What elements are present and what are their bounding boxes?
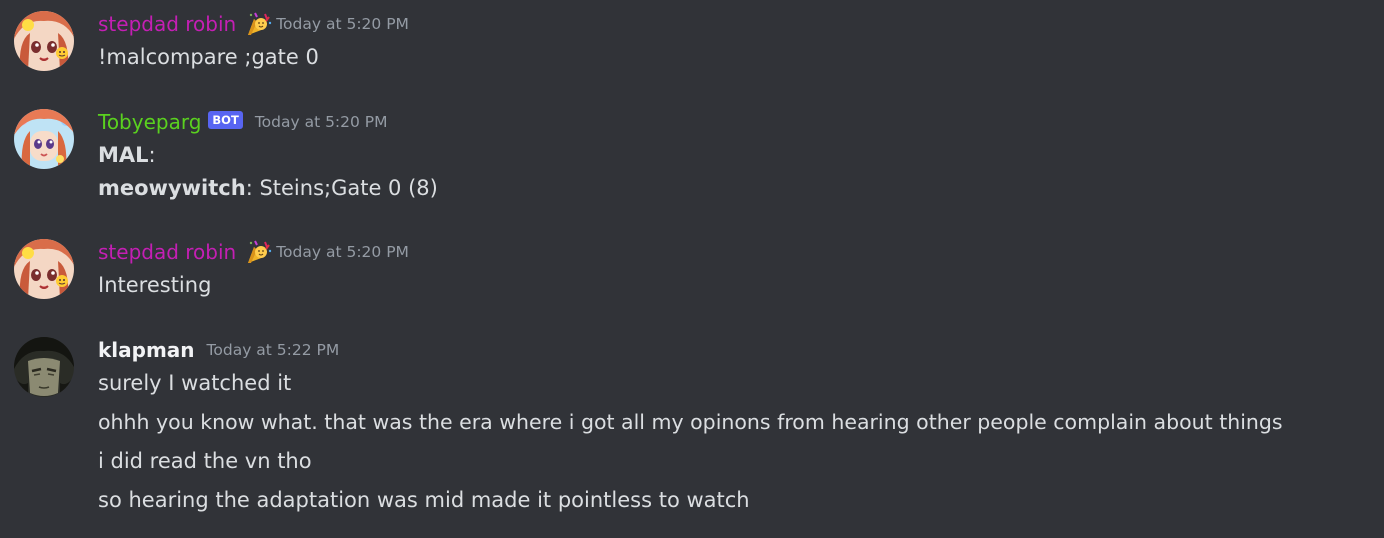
message-text: so hearing the adaptation was mid made i… [98,488,750,512]
username[interactable]: stepdad robin [98,240,236,264]
message-text: Interesting [98,273,212,297]
avatar[interactable] [14,337,74,397]
message-text: !malcompare ;gate 0 [98,45,319,69]
party-emoji-icon [244,11,272,37]
avatar[interactable] [14,109,74,169]
text: : [148,143,156,167]
username[interactable]: stepdad robin [98,12,236,36]
timestamp: Today at 5:22 PM [206,341,340,359]
bold-text: MAL [98,143,149,167]
message-text: MAL: [98,141,156,169]
message-text: ohhh you know what. that was the era whe… [98,410,1283,434]
message-text: surely I watched it [98,371,292,395]
timestamp: Today at 5:20 PM [254,113,388,131]
message-header: stepdad robin Today at 5:20 PM [98,239,409,265]
avatar[interactable] [14,11,74,71]
timestamp: Today at 5:20 PM [276,15,409,33]
username[interactable]: klapman [98,338,195,362]
username[interactable]: Tobyeparg [98,110,201,134]
text: : Steins;Gate 0 (8) [245,176,438,200]
message-header: Tobyeparg BOT Today at 5:20 PM [98,109,388,135]
party-emoji-icon [244,239,272,265]
message-text: meowywitch: Steins;Gate 0 (8) [98,174,438,202]
message-header: klapman Today at 5:22 PM [98,337,339,363]
message-header: stepdad robin Today at 5:20 PM [98,11,409,37]
message-text: i did read the vn tho [98,449,312,473]
bold-text: meowywitch [98,176,246,200]
timestamp: Today at 5:20 PM [276,243,409,261]
avatar[interactable] [14,239,74,299]
bot-badge: BOT [208,111,243,129]
